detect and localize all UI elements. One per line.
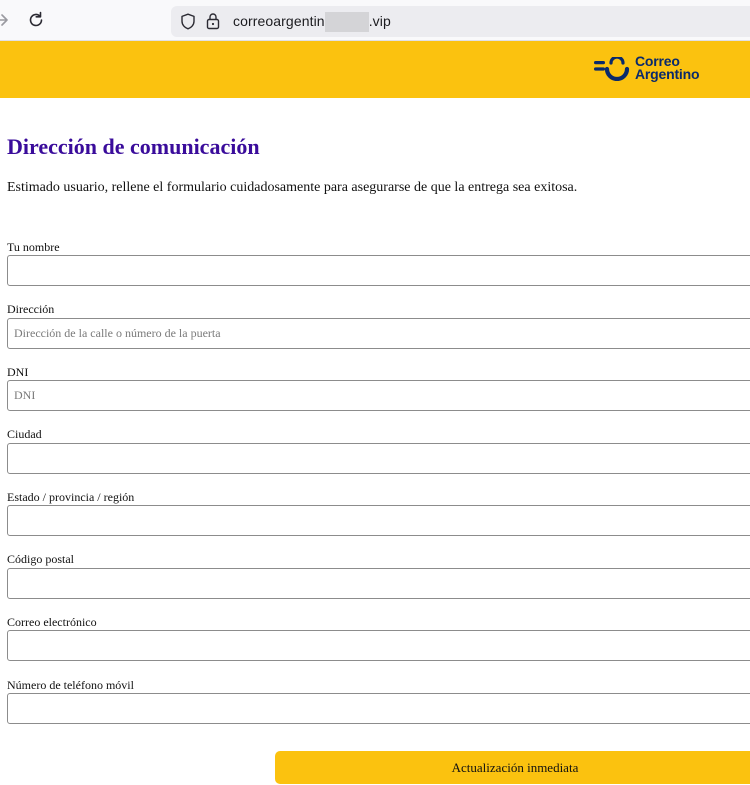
lock-icon[interactable] [206, 12, 220, 30]
reload-icon[interactable] [27, 11, 45, 29]
name-label: Tu nombre [7, 240, 60, 254]
dni-label: DNI [7, 365, 29, 379]
name-input[interactable] [7, 255, 750, 286]
phone-input[interactable] [7, 693, 750, 724]
site-header: Correo Argentino [0, 41, 750, 98]
address-input[interactable] [7, 318, 750, 349]
city-label: Ciudad [7, 427, 42, 441]
arrow-right-icon[interactable] [0, 10, 10, 30]
correo-logo-icon [594, 57, 630, 81]
state-input[interactable] [7, 505, 750, 536]
email-input[interactable] [7, 630, 750, 661]
url-redaction [324, 12, 369, 32]
state-label: Estado / provincia / región [7, 490, 135, 504]
postal-code-label: Código postal [7, 552, 75, 566]
phone-label: Número de teléfono móvil [7, 678, 134, 692]
url-domain: correoargentin [233, 13, 325, 29]
address-bar[interactable]: correoargentin .vip [171, 6, 750, 37]
browser-toolbar: correoargentin .vip [0, 0, 750, 41]
shield-icon[interactable] [180, 13, 196, 30]
url-tld: .vip [368, 13, 391, 29]
dni-input[interactable] [7, 380, 750, 411]
intro-text: Estimado usuario, rellene el formulario … [7, 180, 578, 195]
email-label: Correo electrónico [7, 615, 97, 629]
url-text[interactable]: correoargentin .vip [233, 12, 391, 32]
submit-button[interactable]: Actualización inmediata [275, 751, 750, 784]
address-label: Dirección [7, 302, 55, 316]
brand-name: Correo Argentino [635, 54, 700, 82]
brand-line-2: Argentino [635, 66, 700, 82]
postal-code-input[interactable] [7, 568, 750, 599]
city-input[interactable] [7, 443, 750, 474]
page-title: Dirección de comunicación [7, 134, 260, 159]
